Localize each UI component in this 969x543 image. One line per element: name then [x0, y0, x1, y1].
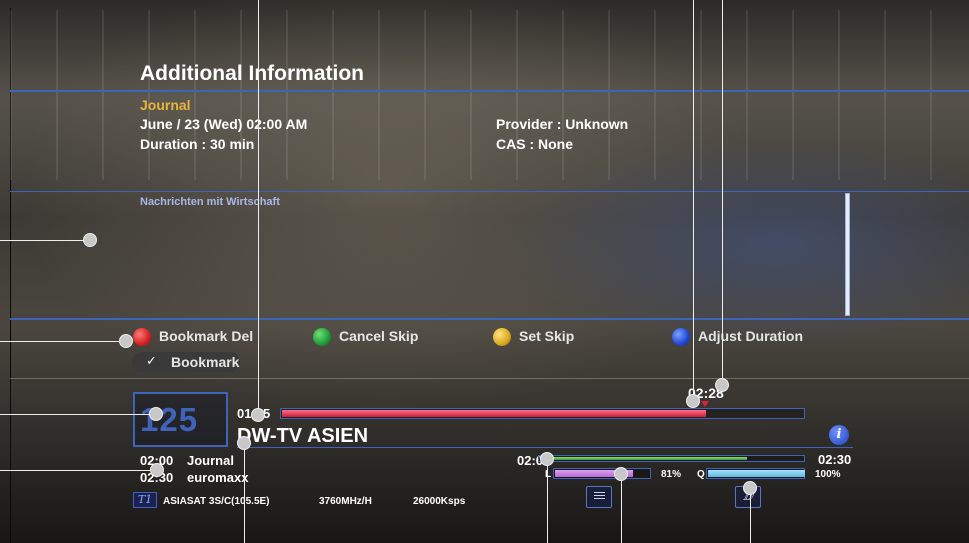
red-key-icon[interactable] — [133, 328, 151, 346]
signal-level-label: L — [545, 469, 552, 480]
signal-quality-fill — [708, 470, 805, 477]
event-end-time: 02:30 — [818, 452, 852, 467]
event-progress-bar — [538, 455, 805, 462]
callout-line-start-time — [258, 0, 259, 409]
callout-line-channel-name — [244, 442, 245, 543]
title-divider — [10, 90, 969, 92]
callout-line-position — [693, 0, 694, 394]
event-progress-fill — [540, 457, 747, 460]
yellow-key-icon[interactable] — [493, 328, 511, 346]
callout-line-channel-number — [0, 414, 150, 415]
transponder-frequency: 3760MHz/H — [319, 496, 372, 507]
callout-line-description — [0, 240, 84, 241]
cas-text: CAS : None — [496, 136, 573, 152]
callout-line-schedule — [0, 470, 151, 471]
callout-dot-channel-name — [237, 436, 251, 450]
adjust-duration-label[interactable]: Adjust Duration — [698, 328, 803, 344]
tv-screen: Additional Information Journal June / 23… — [0, 0, 969, 543]
info-icon[interactable]: i — [829, 425, 849, 445]
callout-dot-audio — [743, 481, 757, 495]
signal-level-value: 81% — [661, 469, 682, 480]
background-video — [10, 10, 969, 180]
signal-quality-label: Q — [697, 469, 705, 480]
callout-line-current-time — [722, 0, 723, 379]
callout-dot-current-time — [715, 378, 729, 392]
schedule-title-1: Journal — [187, 453, 234, 468]
green-key-icon[interactable] — [313, 328, 331, 346]
callout-dot-position — [686, 394, 700, 408]
playback-position-marker[interactable] — [701, 401, 709, 407]
callout-dot-start-time — [251, 408, 265, 422]
callout-line-event-bar — [547, 459, 548, 543]
signal-quality-value: 100% — [815, 469, 841, 480]
description-bottom-divider — [10, 318, 969, 320]
callout-dot-color-keys — [119, 334, 133, 348]
callout-dot-schedule — [150, 463, 164, 477]
list-lines — [594, 492, 605, 501]
provider-text: Provider : Unknown — [496, 116, 629, 132]
callout-line-color-keys — [0, 341, 120, 342]
symbol-rate: 26000Ksps — [413, 496, 466, 507]
panel-title: Additional Information — [140, 62, 364, 85]
callout-dot-event-bar — [540, 452, 554, 466]
callout-line-signal-level — [621, 474, 622, 543]
channel-name-underline — [237, 447, 853, 448]
program-duration: Duration : 30 min — [140, 136, 255, 152]
program-date-time: June / 23 (Wed) 02:00 AM — [140, 116, 308, 132]
list-icon[interactable] — [586, 486, 612, 508]
infobar-divider — [10, 378, 969, 379]
callout-line-audio — [750, 488, 751, 543]
callout-dot-description — [83, 233, 97, 247]
callout-dot-channel-number — [149, 407, 163, 421]
channel-number: 125 — [140, 401, 199, 438]
blue-key-icon[interactable] — [672, 328, 690, 346]
set-skip-label[interactable]: Set Skip — [519, 328, 574, 344]
description-scrollbar[interactable] — [845, 193, 850, 316]
signal-level-bar — [553, 468, 651, 479]
signal-quality-bar — [706, 468, 805, 479]
bookmark-del-label[interactable]: Bookmark Del — [159, 328, 253, 344]
playback-progress-bar[interactable] — [280, 408, 805, 419]
description-top-divider — [10, 191, 969, 192]
cancel-skip-label[interactable]: Cancel Skip — [339, 328, 418, 344]
program-name: Journal — [140, 97, 191, 113]
channel-name: DW-TV ASIEN — [237, 425, 369, 447]
bookmark-label[interactable]: Bookmark — [171, 354, 239, 370]
tuner-icon: T1 — [133, 492, 157, 508]
schedule-title-2: euromaxx — [187, 470, 249, 485]
checkmark-icon: ✓ — [146, 353, 157, 368]
satellite-name: ASIASAT 3S/C(105.5E) — [163, 496, 270, 507]
playback-progress-fill — [282, 410, 706, 417]
callout-dot-signal-level — [614, 467, 628, 481]
